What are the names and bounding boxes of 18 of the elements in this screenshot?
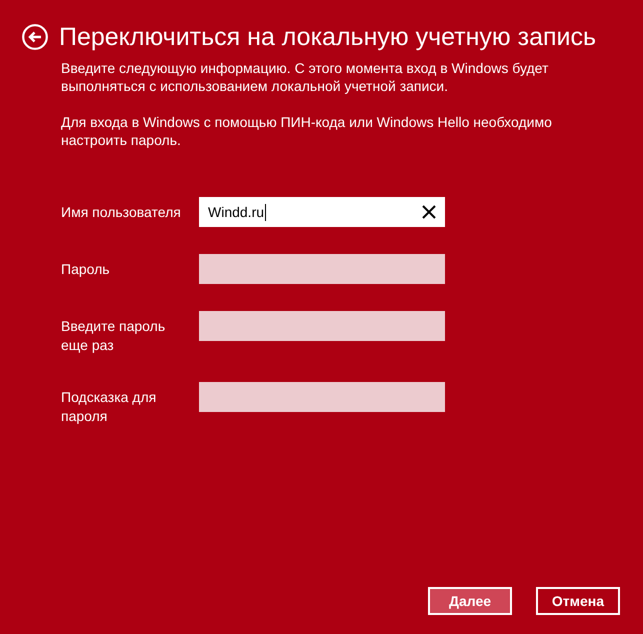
cancel-button[interactable]: Отмена <box>536 587 620 615</box>
next-button[interactable]: Далее <box>428 587 512 615</box>
field-label: Пароль <box>61 260 111 279</box>
field-label: Введите пароль еще раз <box>61 317 166 355</box>
close-icon <box>422 205 436 219</box>
text-input[interactable] <box>199 311 445 341</box>
description-text: Введите следующую информацию. С этого момента вход в Windows будет выполняться с использованием локальной учетной записи. <box>61 59 550 95</box>
text-cursor-icon <box>265 204 266 220</box>
input-value: Windd.ru <box>208 203 264 221</box>
clear-button[interactable] <box>421 204 437 220</box>
back-button[interactable] <box>22 24 48 50</box>
text-input[interactable] <box>199 382 445 412</box>
text-input[interactable]: Windd.ru <box>199 197 445 227</box>
field-label: Имя пользователя <box>61 203 182 222</box>
page-title: Переключиться на локальную учетную запись <box>59 22 596 52</box>
description-text: Для входа в Windows с помощью ПИН-кода или Windows Hello необходимо настроить пароль. <box>61 113 553 149</box>
text-input[interactable] <box>199 254 445 284</box>
field-label: Подсказка для пароля <box>61 388 158 426</box>
